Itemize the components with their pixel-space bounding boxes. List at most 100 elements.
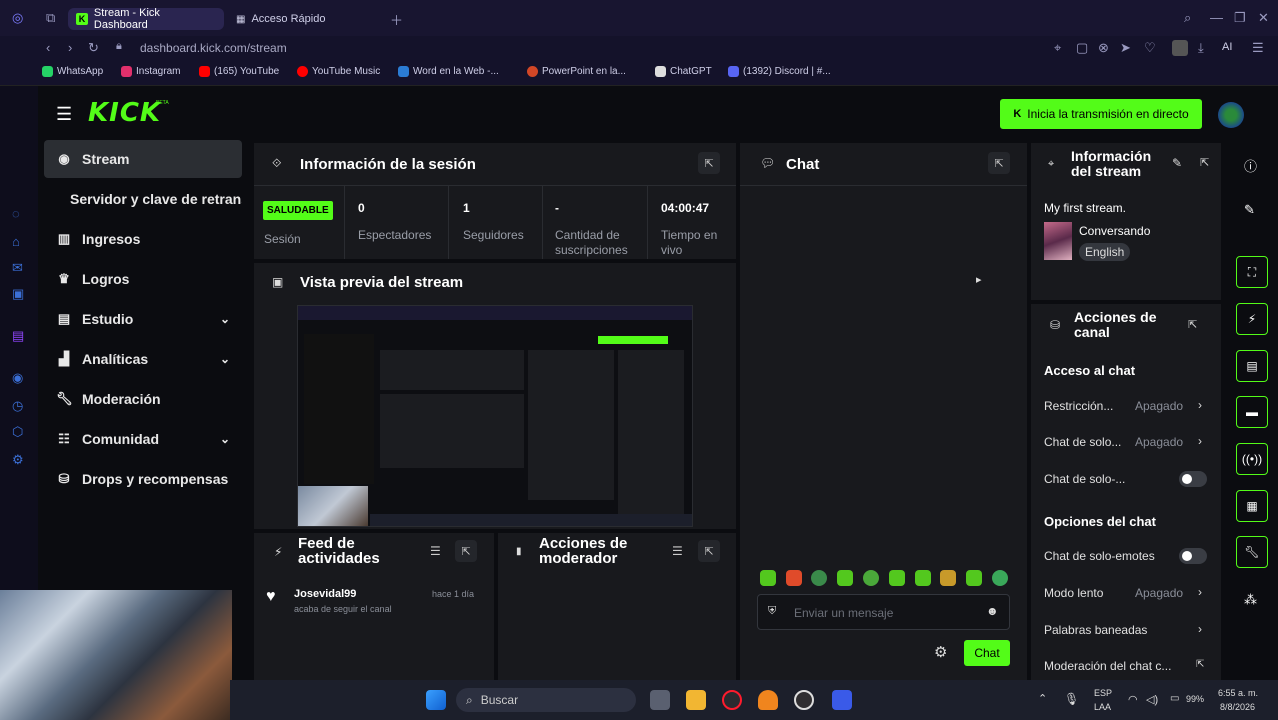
messenger-icon[interactable]: ⌂ — [12, 234, 20, 249]
chat-button[interactable]: ▬ — [1236, 396, 1268, 428]
popout-icon[interactable]: ⇱ — [1200, 156, 1209, 169]
download-icon[interactable]: ⤓ — [1198, 40, 1204, 56]
emoji-icon[interactable]: ☻ — [986, 604, 999, 618]
twitch-icon[interactable]: ▤ — [12, 328, 24, 344]
task-view-icon[interactable] — [650, 690, 670, 710]
sidebar-item-analiticas[interactable]: ▟ Analíticas ⌄ — [44, 340, 242, 378]
obs-icon[interactable] — [794, 690, 814, 710]
search-tabs-icon[interactable]: ⌕ — [1184, 10, 1191, 26]
restriction-label[interactable]: Restricción... — [1044, 399, 1113, 413]
tab-acceso-rapido[interactable]: ▦ Acceso Rápido — [228, 8, 378, 30]
emote-icon[interactable] — [915, 570, 931, 586]
mail-icon[interactable]: ✉ — [12, 260, 23, 276]
back-icon[interactable]: ‹ — [46, 40, 50, 55]
chat-moderation-label[interactable]: Moderación del chat c... — [1044, 659, 1171, 673]
notes-button[interactable]: ▤ — [1236, 350, 1268, 382]
forward-icon[interactable]: › — [68, 40, 72, 55]
avatar[interactable] — [1218, 102, 1244, 128]
chevron-right-icon[interactable]: › — [1198, 434, 1202, 448]
bookmark-youtube-music[interactable]: YouTube Music — [297, 66, 380, 77]
sidebar-item-comunidad[interactable]: ☷ Comunidad ⌄ — [44, 420, 242, 458]
boost-button[interactable]: ⚡︎ — [1236, 303, 1268, 335]
chevron-up-icon[interactable]: ⌃ — [1038, 692, 1047, 705]
chevron-right-icon[interactable]: › — [1198, 398, 1202, 412]
subs-only-toggle[interactable] — [1179, 471, 1207, 487]
tools-button[interactable]: 🔧︎ — [1236, 536, 1268, 568]
filter-icon[interactable]: ☰ — [672, 544, 683, 558]
windows-start-icon[interactable] — [426, 690, 446, 710]
go-live-button[interactable]: K Inicia la transmisión en directo — [1000, 99, 1202, 129]
sidebar-item-ingresos[interactable]: ▥ Ingresos — [44, 220, 242, 258]
emote-icon[interactable] — [811, 570, 827, 586]
minimize-icon[interactable]: — — [1210, 10, 1223, 25]
stream-preview-video[interactable] — [297, 305, 693, 527]
bookmark-word[interactable]: Word en la Web -... — [398, 66, 499, 77]
maximize-icon[interactable]: ❐ — [1234, 10, 1246, 26]
microphone-icon[interactable]: 🎙︎ — [1064, 692, 1079, 706]
emote-icon[interactable] — [992, 570, 1008, 586]
edit-icon[interactable]: ✎ — [1244, 202, 1255, 218]
popout-icon[interactable]: ⇱ — [1188, 318, 1197, 331]
close-icon[interactable]: ✕ — [1258, 10, 1269, 26]
emote-icon[interactable] — [786, 570, 802, 586]
category-thumbnail[interactable] — [1044, 222, 1072, 260]
hamburger-icon[interactable]: ☰ — [56, 104, 72, 125]
chevron-right-icon[interactable]: › — [1198, 585, 1202, 599]
wifi-icon[interactable]: ◠ — [1128, 693, 1138, 706]
slow-mode-label[interactable]: Modo lento — [1044, 586, 1103, 600]
popout-icon[interactable]: ⇱ — [988, 152, 1010, 174]
reload-icon[interactable]: ↻ — [88, 40, 99, 56]
bookmark-discord[interactable]: (1392) Discord | #... — [728, 66, 831, 77]
emote-icon[interactable] — [760, 570, 776, 586]
filter-icon[interactable]: ☰ — [430, 544, 441, 558]
language-indicator[interactable]: ESP — [1094, 688, 1112, 698]
emote-icon[interactable] — [966, 570, 982, 586]
apps-icon[interactable]: ▣ — [12, 286, 24, 302]
layout-button[interactable]: ▦ — [1236, 490, 1268, 522]
bookmark-youtube[interactable]: (165) YouTube — [199, 66, 279, 77]
sidebar-item-server-key[interactable]: Servidor y clave de retransn — [44, 180, 242, 218]
app-icon[interactable] — [832, 690, 852, 710]
category-name[interactable]: Conversando — [1079, 224, 1150, 238]
emote-icon[interactable] — [837, 570, 853, 586]
chat-send-button[interactable]: Chat — [964, 640, 1010, 666]
bookmark-powerpoint[interactable]: PowerPoint en la... — [527, 66, 626, 77]
clip-button[interactable]: ⛶ — [1236, 256, 1268, 288]
ai-button[interactable]: AI — [1222, 41, 1232, 53]
gear-icon[interactable]: ⚙ — [934, 643, 947, 661]
ai-sidebar-icon[interactable]: ◌ — [12, 206, 20, 221]
bookmark-chatgpt[interactable]: ChatGPT — [655, 66, 712, 77]
send-icon[interactable]: ➤ — [1120, 40, 1131, 56]
broadcast-button[interactable]: ((•)) — [1236, 443, 1268, 475]
apps-icon[interactable]: ⁂ — [1244, 592, 1257, 608]
settings-icon[interactable]: ⚙ — [12, 452, 24, 468]
taskbar-search[interactable]: ⌕ Buscar — [456, 688, 636, 712]
url-field[interactable]: dashboard.kick.com/stream — [140, 41, 287, 55]
heart-icon[interactable]: ♡ — [1144, 40, 1156, 56]
file-explorer-icon[interactable] — [686, 690, 706, 710]
emote-only-toggle[interactable] — [1179, 548, 1207, 564]
external-link-icon[interactable]: ⇱ — [1196, 659, 1204, 670]
opera-gx-icon[interactable] — [722, 690, 742, 710]
history-icon[interactable]: ◷ — [12, 398, 23, 414]
clock-time[interactable]: 6:55 a. m. — [1218, 688, 1258, 698]
sidebar-item-drops[interactable]: ⛁ Drops y recompensas — [44, 460, 242, 498]
opera-logo-icon[interactable]: ◎ — [12, 10, 23, 26]
popout-icon[interactable]: ⇱ — [698, 540, 720, 562]
banned-words-label[interactable]: Palabras baneadas — [1044, 623, 1147, 637]
info-icon[interactable]: ⓘ — [1244, 156, 1257, 175]
tabs-icon[interactable]: ⧉ — [46, 10, 55, 26]
battery-icon[interactable]: ▭ — [1170, 693, 1179, 704]
popout-icon[interactable]: ⇱ — [698, 152, 720, 174]
followers-only-label[interactable]: Chat de solo... — [1044, 435, 1121, 449]
emote-icon[interactable] — [889, 570, 905, 586]
tab-kick-dashboard[interactable]: K Stream - Kick Dashboard — [68, 7, 224, 31]
extensions-icon[interactable]: ⬡ — [12, 424, 23, 440]
pin-icon[interactable]: ⌖ — [1054, 40, 1061, 56]
volume-icon[interactable]: ◁) — [1146, 693, 1158, 706]
layout-indicator[interactable]: LAA — [1094, 702, 1111, 712]
chat-input[interactable]: ⛨ Enviar un mensaje ☻ — [757, 594, 1010, 630]
extension-icon[interactable] — [1172, 40, 1188, 56]
player-icon[interactable]: ◉ — [12, 370, 23, 386]
sidebar-item-logros[interactable]: ♛ Logros — [44, 260, 242, 298]
